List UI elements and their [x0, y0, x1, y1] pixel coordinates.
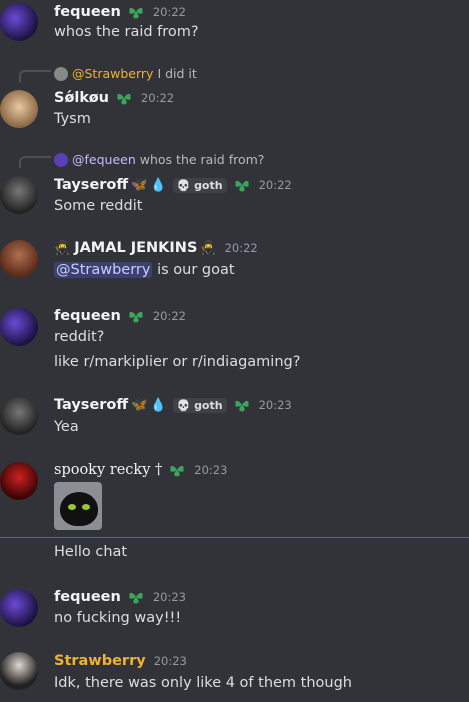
avatar[interactable]: [0, 652, 38, 690]
leaf-badge-icon: [168, 462, 186, 478]
timestamp: 20:23: [258, 398, 292, 412]
reply-avatar: [54, 152, 68, 167]
leaf-badge-icon: [115, 90, 133, 106]
message-text: reddit?: [54, 329, 105, 345]
avatar[interactable]: [0, 589, 38, 627]
butterfly-icon: 🦋: [131, 397, 148, 413]
timestamp: 20:22: [258, 178, 292, 192]
drop-icon: 💧: [150, 177, 167, 193]
timestamp: 20:22: [152, 5, 186, 19]
avatar[interactable]: [0, 3, 38, 41]
author-name[interactable]: fequeen: [54, 589, 121, 605]
reply-avatar: [54, 66, 68, 81]
avatar[interactable]: [0, 240, 38, 278]
message-text: Tysm: [54, 111, 91, 127]
author-name[interactable]: spooky recky †: [54, 462, 162, 478]
timestamp: 20:23: [194, 463, 228, 477]
message-text: like r/markiplier or r/indiagaming?: [54, 354, 301, 370]
author-name[interactable]: fequeen: [54, 308, 121, 324]
reply-author[interactable]: @fequeen: [72, 152, 136, 167]
leaf-badge-icon: [233, 397, 251, 413]
author-name[interactable]: fequeen: [54, 4, 121, 20]
leaf-badge-icon: [233, 177, 251, 193]
role-tag: 💀 goth: [172, 397, 227, 413]
author-name[interactable]: Tayseroff: [54, 397, 128, 413]
avatar[interactable]: [0, 462, 38, 500]
skull-icon: 💀: [176, 178, 191, 192]
role-tag-label: goth: [194, 178, 223, 192]
butterfly-icon: 🦋: [131, 177, 148, 193]
avatar[interactable]: [0, 90, 38, 128]
skull-icon: 💀: [176, 398, 191, 412]
leaf-badge-icon: [127, 308, 145, 324]
timestamp: 20:23: [152, 590, 186, 604]
timestamp: 20:22: [140, 91, 175, 105]
ninja-icon: 🥷: [54, 240, 71, 256]
role-tag: 💀 goth: [172, 177, 227, 193]
reply-preview[interactable]: @Strawberry I did it: [54, 66, 197, 81]
message-text: Some reddit: [54, 198, 143, 214]
message-text: whos the raid from?: [54, 24, 199, 40]
leaf-badge-icon: [127, 589, 145, 605]
drop-icon: 💧: [150, 397, 167, 413]
role-tag-label: goth: [194, 398, 223, 412]
avatar[interactable]: [0, 176, 38, 214]
reply-connector: [19, 70, 51, 82]
reply-connector: [19, 156, 51, 168]
avatar[interactable]: [0, 308, 38, 346]
message-text: no fucking way!!!: [54, 610, 182, 626]
author-name[interactable]: JAMAL JENKINS: [74, 240, 197, 256]
ninja-icon: 🥷: [200, 240, 217, 256]
reply-text: whos the raid from?: [139, 152, 265, 167]
message-text: @Strawberry is our goat: [54, 262, 235, 278]
avatar[interactable]: [0, 397, 38, 435]
timestamp: 20:23: [153, 654, 187, 668]
new-messages-divider: [0, 537, 469, 538]
timestamp: 20:22: [224, 241, 258, 255]
message-text: Idk, there was only like 4 of them thoug…: [54, 675, 353, 691]
message-text: Yea: [54, 419, 79, 435]
reply-preview[interactable]: @fequeen whos the raid from?: [54, 152, 264, 167]
message-text: Hello chat: [54, 544, 128, 560]
user-mention[interactable]: @Strawberry: [54, 262, 153, 278]
reply-text: I did it: [157, 66, 197, 81]
message-text-rest: is our goat: [152, 262, 235, 278]
sticker-image[interactable]: [54, 482, 102, 530]
author-name[interactable]: Tayseroff: [54, 177, 128, 193]
leaf-badge-icon: [127, 4, 145, 20]
reply-author[interactable]: @Strawberry: [72, 66, 153, 81]
author-name[interactable]: Sǿlkøu: [54, 90, 109, 106]
author-name[interactable]: Strawberry: [54, 653, 146, 669]
timestamp: 20:22: [152, 309, 186, 323]
